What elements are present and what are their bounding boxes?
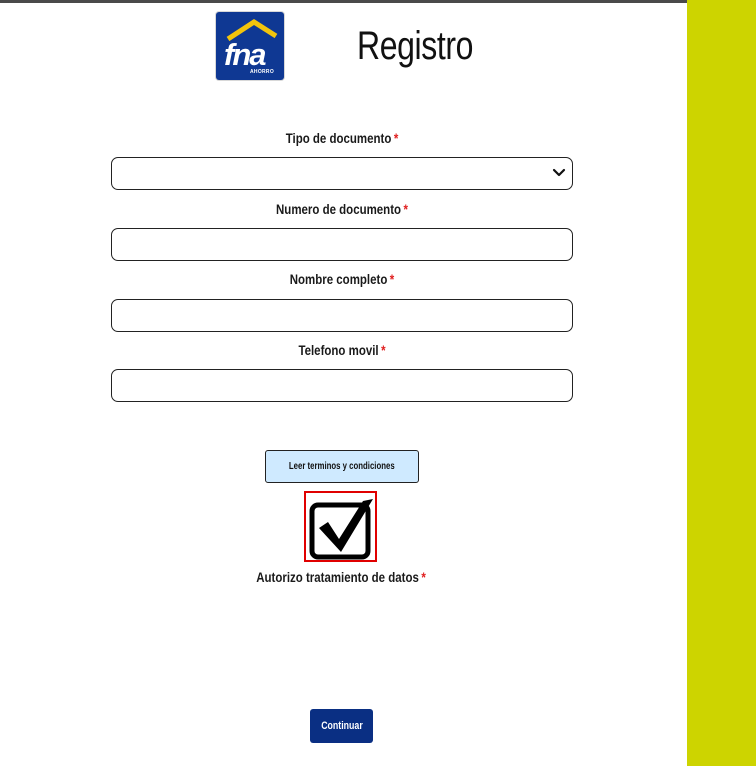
terms-button[interactable]: Leer terminos y condiciones: [265, 450, 419, 483]
telefono-movil-field[interactable]: [111, 369, 573, 402]
nombre-completo-input[interactable]: [122, 300, 566, 331]
logo-text: fna: [224, 37, 266, 72]
authorize-label-text: Autorizo tratamiento de datos: [256, 569, 419, 585]
tipo-documento-label: Tipo de documento *: [153, 130, 532, 146]
required-mark: *: [389, 271, 395, 287]
required-mark: *: [421, 569, 426, 585]
authorize-checkbox[interactable]: [304, 491, 377, 562]
accent-side-panel: [687, 0, 756, 766]
logo-subtext: AHORRO: [250, 69, 275, 75]
required-mark: *: [393, 130, 399, 146]
fna-logo: fna AHORRO: [216, 12, 284, 80]
window-top-border: [0, 0, 690, 3]
numero-documento-field[interactable]: [111, 228, 573, 261]
chevron-down-icon: [552, 168, 566, 177]
nombre-completo-label-text: Nombre completo: [289, 271, 388, 287]
tipo-documento-label-text: Tipo de documento: [285, 130, 392, 146]
page-title: Registro: [357, 24, 473, 68]
checkmark-icon: [309, 499, 373, 560]
telefono-movil-input[interactable]: [122, 370, 566, 401]
authorize-label: Autorizo tratamiento de datos *: [218, 569, 464, 585]
numero-documento-input[interactable]: [122, 229, 566, 260]
nombre-completo-label: Nombre completo *: [153, 271, 532, 287]
required-mark: *: [381, 342, 386, 358]
continue-button-label: Continuar: [320, 720, 363, 732]
terms-button-label: Leer terminos y condiciones: [289, 461, 395, 472]
telefono-movil-label-text: Telefono movil: [298, 342, 379, 358]
numero-documento-label: Numero de documento *: [153, 201, 532, 217]
numero-documento-label-text: Numero de documento: [276, 201, 402, 217]
continue-button[interactable]: Continuar: [310, 709, 373, 743]
nombre-completo-field[interactable]: [111, 299, 573, 332]
tipo-documento-select[interactable]: [111, 157, 573, 190]
required-mark: *: [403, 201, 408, 217]
telefono-movil-label: Telefono movil *: [153, 342, 532, 358]
